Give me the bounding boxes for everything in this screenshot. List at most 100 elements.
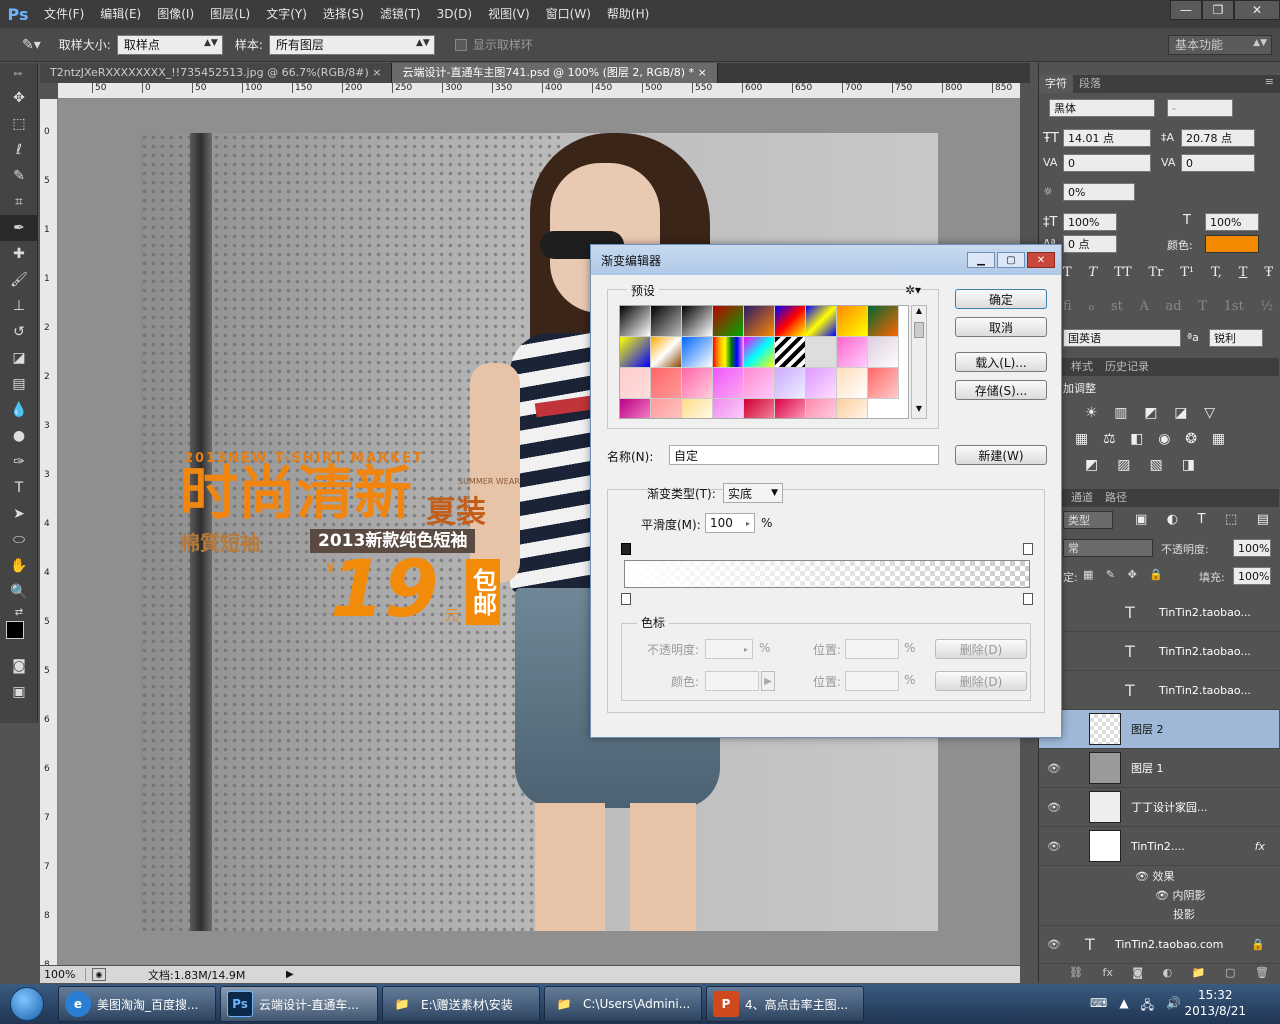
preset-swatch[interactable] [620,368,651,399]
tab-character[interactable]: 字符 [1039,75,1073,93]
color-lookup-icon[interactable]: ▦ [1212,431,1225,447]
show-ring-checkbox[interactable] [454,38,467,51]
preset-swatch[interactable] [806,399,837,418]
crop-tool-icon[interactable]: ⌗ [0,189,38,215]
toolbox-grip-icon[interactable]: ▸▸ [0,63,37,85]
stop-opacity-input[interactable]: ▸ [705,639,753,659]
titling-button[interactable]: T [1198,299,1207,314]
subscript-button[interactable]: T, [1211,265,1222,280]
sample-select[interactable]: 所有图层 ▲▼ [268,34,435,55]
scroll-up-icon[interactable]: ▲ [912,306,926,320]
curves-icon[interactable]: ◩ [1144,405,1157,421]
brush-tool-icon[interactable]: 🖌 [0,267,38,293]
strikethrough-button[interactable]: Ŧ [1264,265,1273,280]
eye-icon[interactable]: 👁 [1155,889,1169,902]
start-button[interactable] [0,984,54,1024]
eye-icon[interactable]: 👁 [1039,840,1069,853]
new-layer-icon[interactable]: ▢ [1225,966,1235,979]
opacity-stop-left[interactable] [621,543,631,555]
type-filter-icon[interactable]: T [1198,512,1206,527]
preset-swatch[interactable] [713,306,744,337]
vibrance-icon[interactable]: ▽ [1204,405,1215,421]
black-white-icon[interactable]: ◧ [1130,431,1143,447]
color-stop-right[interactable] [1023,593,1033,605]
channel-mixer-icon[interactable]: ❂ [1185,431,1197,447]
gradient-map-icon[interactable]: ◨ [1182,457,1195,473]
preset-swatch[interactable] [620,306,651,337]
opacity-stop-right[interactable] [1023,543,1033,555]
path-select-tool-icon[interactable]: ➤ [0,501,38,527]
underline-button[interactable]: T [1239,265,1248,280]
layer-row[interactable]: 图层 2 [1039,710,1279,749]
eyedropper-tool-icon[interactable]: ✒ [0,215,38,241]
type-tool-icon[interactable]: T [0,475,38,501]
preset-scrollbar[interactable]: ▲ ▼ [911,305,927,419]
eye-icon[interactable]: 👁 [1135,870,1149,883]
opacity-input[interactable]: 100% [1233,539,1271,557]
preset-swatch[interactable] [806,306,837,337]
history-brush-icon[interactable]: ↺ [0,319,38,345]
marquee-tool-icon[interactable]: ⬚ [0,111,38,137]
screen-mode-icon[interactable]: ▣ [0,679,38,705]
load-button[interactable]: 载入(L)... [955,352,1047,372]
tray-arrow-icon[interactable]: ▲ [1119,996,1128,1017]
clock[interactable]: 15:32 2013/8/21 [1184,987,1246,1019]
scroll-down-icon[interactable]: ▼ [912,404,926,418]
threshold-icon[interactable]: ▧ [1150,457,1163,473]
layer-row[interactable]: T TinTin2.taobao... [1039,671,1279,710]
preset-swatch[interactable] [868,337,899,368]
restore-button[interactable]: ❐ [1202,0,1234,20]
preset-swatch[interactable] [713,399,744,418]
preset-swatch[interactable] [837,399,868,418]
tab-paths[interactable]: 路径 [1099,489,1133,507]
close-icon[interactable]: × [698,66,707,79]
preset-swatch[interactable] [620,337,651,368]
blend-mode-select[interactable]: 常 [1063,539,1153,557]
effect-drop-shadow[interactable]: 投影 [1173,906,1195,922]
maximize-icon[interactable]: ▢ [997,252,1025,268]
blur-tool-icon[interactable]: 💧 [0,397,38,423]
gradient-tool-icon[interactable]: ▤ [0,371,38,397]
ligature-button[interactable]: fi [1063,299,1072,314]
adjustment-layer-icon[interactable]: ◐ [1163,966,1173,979]
exposure-icon[interactable]: ◪ [1174,405,1187,421]
pen-tool-icon[interactable]: ✑ [0,449,38,475]
layer-row[interactable]: 👁 丁丁设计家园... [1039,788,1279,827]
kerning-input[interactable]: 0 [1063,154,1151,172]
baseline-input[interactable]: 0 点 [1063,235,1117,253]
stop-location-input[interactable] [845,639,899,659]
preset-swatch[interactable] [682,368,713,399]
levels-icon[interactable]: ▥ [1114,405,1127,421]
hand-tool-icon[interactable]: ✋ [0,553,38,579]
tsume-input[interactable]: 0% [1063,183,1135,201]
preset-swatch[interactable] [806,368,837,399]
delete-opacity-stop-button[interactable]: 删除(D) [935,639,1027,659]
stylistic-button[interactable]: ad [1166,299,1182,314]
color-arrow-icon[interactable]: ▶ [761,671,775,691]
lock-paint-icon[interactable]: ✎ [1106,568,1115,581]
fx-icon[interactable]: fx [1103,966,1113,979]
preset-swatch[interactable] [713,368,744,399]
discretionary-ligature-button[interactable]: st [1111,299,1123,314]
tab-styles[interactable]: 样式 [1065,358,1099,376]
zoom-tool-icon[interactable]: 🔍 [0,579,38,605]
panel-menu-icon[interactable]: ≡ [1265,75,1280,93]
text-color-swatch[interactable] [1205,235,1259,253]
menu-window[interactable]: 窗口(W) [538,0,599,28]
superscript-button[interactable]: T¹ [1180,265,1194,280]
preset-swatch[interactable] [651,306,682,337]
zoom-level[interactable]: 100% [40,968,86,981]
menu-edit[interactable]: 编辑(E) [92,0,149,28]
preset-swatch[interactable] [837,368,868,399]
preset-swatch[interactable] [744,337,775,368]
menu-3d[interactable]: 3D(D) [429,0,480,28]
preset-swatch[interactable] [744,368,775,399]
leading-input[interactable]: 20.78 点 [1181,129,1255,147]
eyedropper-icon[interactable]: ✎▾ [22,37,41,53]
fraction-button[interactable]: ½ [1260,299,1273,314]
preset-swatches[interactable] [619,305,909,419]
trash-icon[interactable]: 🗑 [1255,966,1269,979]
foreground-color[interactable] [6,621,24,639]
name-input[interactable]: 自定 [669,445,939,465]
vertical-scale-input[interactable]: 100% [1063,213,1117,231]
